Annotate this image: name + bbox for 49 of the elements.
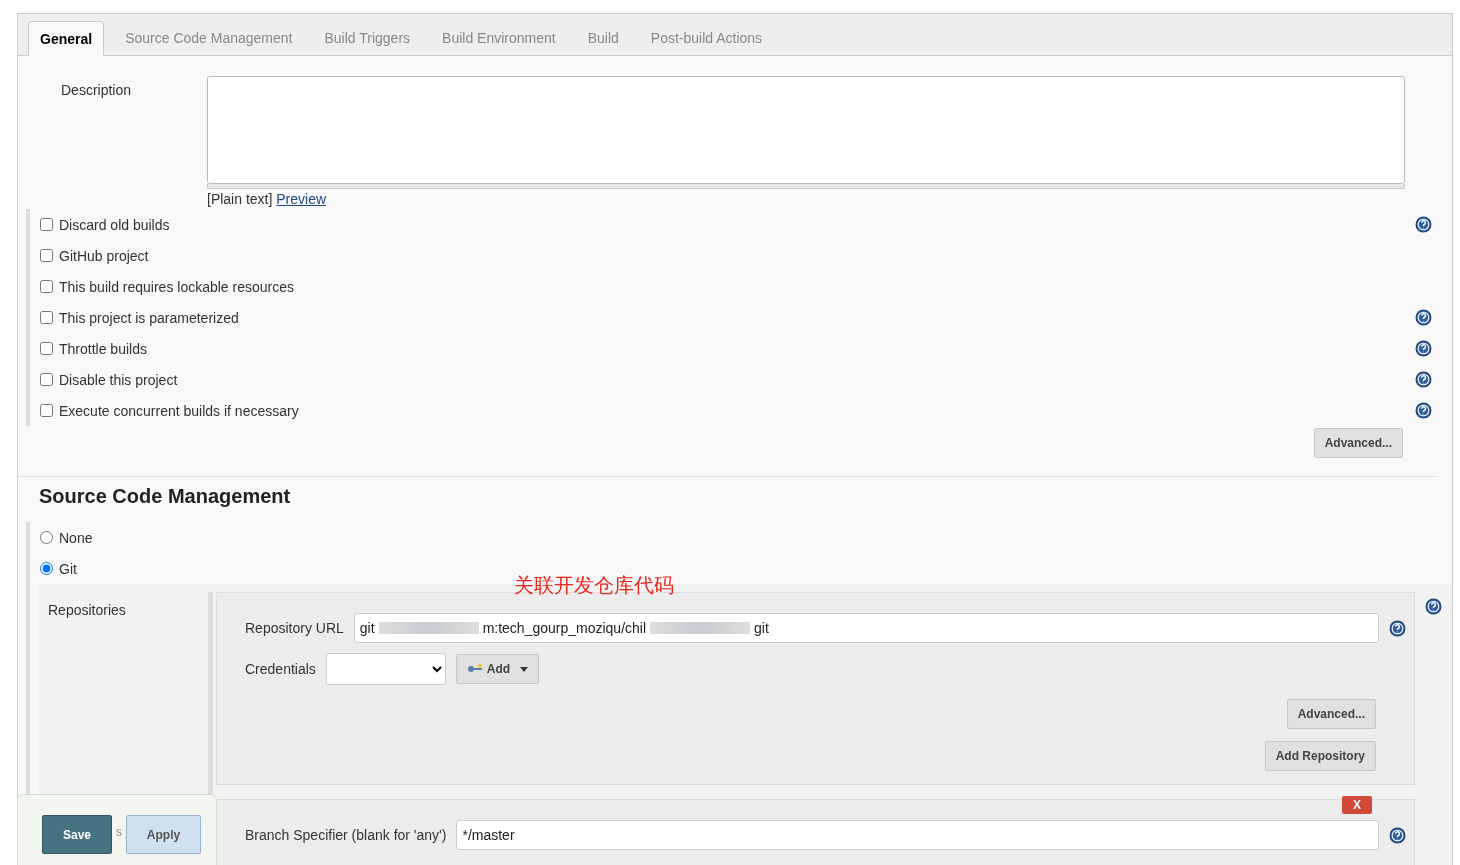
hidden-letter: s — [116, 824, 122, 839]
field-label: Branch Specifier (blank for 'any') — [245, 827, 447, 843]
option-label: GitHub project — [59, 247, 149, 264]
option-label: None — [59, 529, 93, 546]
section-heading: Source Code Management — [38, 484, 292, 508]
checkbox[interactable] — [40, 373, 53, 386]
option-label: Git — [59, 560, 77, 577]
checkbox[interactable] — [40, 342, 53, 355]
help-icon[interactable] — [1415, 216, 1432, 233]
description-field[interactable] — [207, 76, 1405, 184]
help-icon[interactable] — [1389, 619, 1406, 637]
checkbox[interactable] — [40, 218, 53, 231]
option-label: This build requires lockable resources — [59, 278, 294, 295]
save-button[interactable]: Save — [42, 815, 112, 854]
caret-icon — [520, 666, 529, 672]
checkbox[interactable] — [40, 404, 53, 417]
help-icon[interactable] — [1415, 340, 1432, 357]
advanced-button[interactable]: Advanced... — [1286, 699, 1376, 729]
field-label: Repository URL — [245, 620, 344, 636]
help-icon[interactable] — [1415, 371, 1432, 388]
field-label: Credentials — [245, 661, 316, 677]
repository-url-field[interactable]: git m:tech_gourp_moziqu/chil git — [353, 613, 1379, 643]
add-repository-button[interactable]: Add Repository — [1264, 741, 1376, 771]
delete-button[interactable]: X — [1342, 796, 1372, 814]
checkbox[interactable] — [40, 280, 53, 293]
option-label: Discard old builds — [59, 216, 170, 233]
option-label: Throttle builds — [59, 340, 147, 357]
radio-button[interactable] — [40, 562, 53, 575]
branch-specifier-field[interactable]: */master — [456, 820, 1379, 850]
help-icon[interactable] — [1415, 402, 1432, 419]
checkbox[interactable] — [40, 249, 53, 262]
resize-handle[interactable] — [207, 184, 1405, 189]
option-label: This project is parameterized — [59, 309, 239, 326]
radio-button[interactable] — [40, 531, 53, 544]
option-label: Execute concurrent builds if necessary — [59, 402, 299, 419]
tab[interactable]: General — [28, 21, 105, 56]
format-note: [Plain text] — [207, 191, 273, 207]
add-button[interactable]: Add — [455, 654, 540, 684]
apply-button[interactable]: Apply — [126, 815, 201, 854]
preview-link[interactable]: Preview — [276, 191, 327, 207]
help-icon[interactable] — [1415, 309, 1432, 326]
help-icon[interactable] — [1425, 598, 1442, 615]
description-label: Description — [61, 81, 133, 100]
key-icon — [466, 664, 483, 674]
advanced-button[interactable]: Advanced... — [1313, 428, 1403, 458]
help-icon[interactable] — [1389, 826, 1406, 844]
annotation-text: 关联开发仓库代码 — [514, 573, 674, 598]
checkbox[interactable] — [40, 311, 53, 324]
option-label: Disable this project — [59, 371, 178, 388]
